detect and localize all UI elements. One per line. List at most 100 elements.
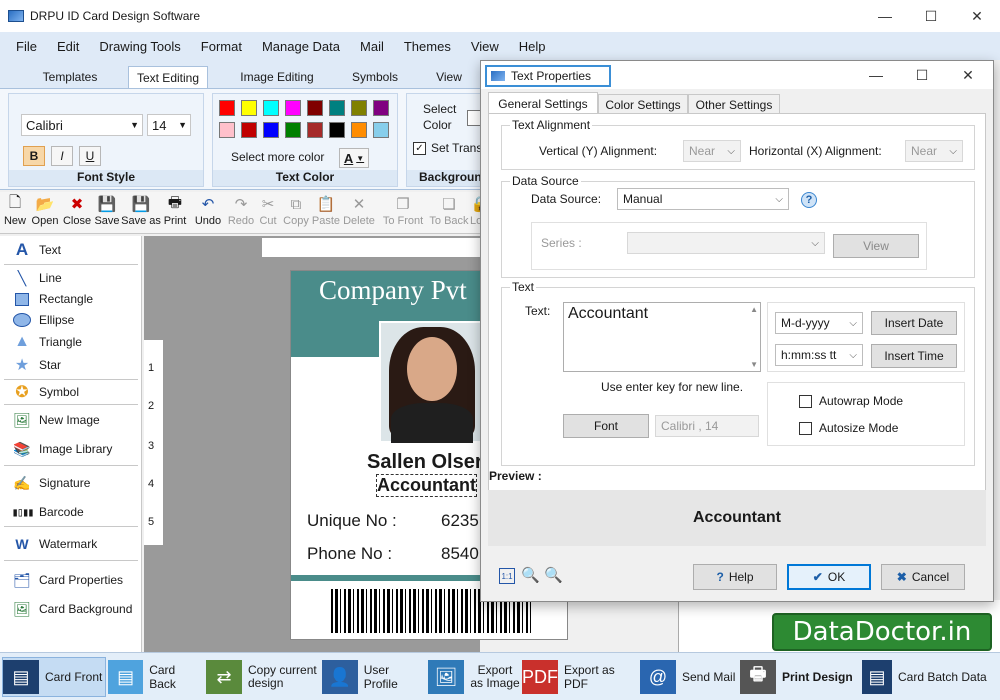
maximize-button[interactable]: ☐ bbox=[908, 0, 954, 32]
color-swatch[interactable] bbox=[219, 100, 235, 116]
print-design-button[interactable]: 🖶 Print Design bbox=[740, 657, 860, 697]
phone-no-value[interactable]: 8540 bbox=[441, 544, 479, 564]
cut-button[interactable]: ✂ Cut bbox=[256, 194, 280, 227]
time-format-select[interactable]: h:mm:ss tt ⌵ bbox=[775, 344, 863, 366]
help-icon[interactable]: ? bbox=[801, 192, 817, 208]
color-swatch[interactable] bbox=[329, 100, 345, 116]
copy-current-design-button[interactable]: ⇄ Copy current design bbox=[206, 657, 322, 697]
tool-image-library[interactable]: 📚 Image Library bbox=[12, 439, 112, 459]
text-input[interactable]: Accountant ▲ ▼ bbox=[563, 302, 761, 372]
tool-star[interactable]: ★ Star bbox=[12, 355, 61, 375]
zoom-actual-size-icon[interactable]: 1:1 bbox=[499, 568, 515, 584]
tool-symbol[interactable]: ✪ Symbol bbox=[12, 382, 79, 402]
paste-button[interactable]: 📋 Paste bbox=[311, 194, 341, 227]
color-swatch[interactable] bbox=[307, 100, 323, 116]
new-button[interactable]: 🗋 New bbox=[2, 194, 28, 228]
insert-time-button[interactable]: Insert Time bbox=[871, 344, 957, 368]
color-swatch[interactable] bbox=[263, 122, 279, 138]
employee-photo[interactable] bbox=[379, 321, 483, 443]
phone-no-label[interactable]: Phone No : bbox=[307, 544, 392, 564]
delete-button[interactable]: ✕ Delete bbox=[341, 194, 377, 227]
color-swatch[interactable] bbox=[329, 122, 345, 138]
tool-triangle[interactable]: ▲ Triangle bbox=[12, 332, 82, 352]
tool-barcode[interactable]: ▮▯▮▮ Barcode bbox=[12, 502, 84, 522]
dialog-maximize-button[interactable]: ☐ bbox=[899, 61, 945, 89]
color-swatch[interactable] bbox=[241, 122, 257, 138]
scroll-down-icon[interactable]: ▼ bbox=[750, 360, 758, 369]
zoom-in-icon[interactable]: 🔍 bbox=[544, 566, 563, 584]
to-back-button[interactable]: ❏ To Back bbox=[428, 194, 470, 227]
data-source-select[interactable]: Manual ⌵ bbox=[617, 188, 789, 210]
card-batch-data-button[interactable]: ▤ Card Batch Data bbox=[862, 657, 998, 697]
scroll-up-icon[interactable]: ▲ bbox=[750, 305, 758, 314]
underline-button[interactable]: U bbox=[79, 146, 101, 166]
close-button[interactable]: ✕ bbox=[954, 0, 1000, 32]
print-button[interactable]: 🖶 Print bbox=[161, 194, 189, 228]
bold-button[interactable]: B bbox=[23, 146, 45, 166]
export-image-button[interactable]: 🖼 Export as Image bbox=[428, 657, 520, 697]
view-button[interactable]: View bbox=[833, 234, 919, 258]
menu-edit[interactable]: Edit bbox=[57, 39, 79, 54]
cancel-button[interactable]: ✖ Cancel bbox=[881, 564, 965, 590]
company-name[interactable]: Company Pvt bbox=[319, 275, 467, 306]
tool-line[interactable]: ╲ Line bbox=[12, 268, 62, 288]
color-swatch[interactable] bbox=[373, 100, 389, 116]
dialog-minimize-button[interactable]: — bbox=[853, 61, 899, 89]
color-swatch[interactable] bbox=[373, 122, 389, 138]
menu-file[interactable]: File bbox=[16, 39, 37, 54]
color-swatch[interactable] bbox=[285, 100, 301, 116]
font-size-combo[interactable]: 14 ▼ bbox=[147, 114, 191, 136]
menu-view[interactable]: View bbox=[471, 39, 499, 54]
series-select[interactable]: ⌵ bbox=[627, 232, 825, 254]
minimize-button[interactable]: — bbox=[862, 0, 908, 32]
tab-view[interactable]: View bbox=[426, 66, 472, 88]
tool-watermark[interactable]: W Watermark bbox=[12, 534, 97, 554]
text-color-picker[interactable]: A ▼ bbox=[339, 148, 369, 168]
tool-card-properties[interactable]: 🗂 Card Properties bbox=[12, 570, 123, 590]
menu-themes[interactable]: Themes bbox=[404, 39, 451, 54]
tab-symbols[interactable]: Symbols bbox=[342, 66, 408, 88]
card-back-button[interactable]: ▤ Card Back bbox=[108, 657, 204, 697]
background-color-swatch[interactable] bbox=[467, 110, 481, 126]
tool-ellipse[interactable]: Ellipse bbox=[12, 310, 74, 330]
font-name-combo[interactable]: Calibri ▼ bbox=[21, 114, 143, 136]
redo-button[interactable]: ↷ Redo bbox=[226, 194, 256, 227]
tab-general-settings[interactable]: General Settings bbox=[488, 92, 598, 114]
select-more-color-label[interactable]: Select more color bbox=[231, 150, 324, 164]
color-swatch[interactable] bbox=[351, 100, 367, 116]
export-pdf-button[interactable]: PDF Export as PDF bbox=[522, 657, 638, 697]
italic-button[interactable]: I bbox=[51, 146, 73, 166]
menu-manage-data[interactable]: Manage Data bbox=[262, 39, 340, 54]
tool-card-background[interactable]: 🖼 Card Background bbox=[12, 599, 132, 619]
tool-signature[interactable]: ✍ Signature bbox=[12, 473, 90, 493]
color-swatch[interactable] bbox=[351, 122, 367, 138]
set-transparent-checkbox[interactable]: ✓ bbox=[413, 142, 426, 155]
color-swatch[interactable] bbox=[241, 100, 257, 116]
ok-button[interactable]: ✔ OK bbox=[787, 564, 871, 590]
tool-rectangle[interactable]: Rectangle bbox=[12, 289, 93, 309]
menu-drawing-tools[interactable]: Drawing Tools bbox=[99, 39, 180, 54]
color-swatch[interactable] bbox=[263, 100, 279, 116]
date-format-select[interactable]: M-d-yyyy ⌵ bbox=[775, 312, 863, 334]
color-swatch[interactable] bbox=[285, 122, 301, 138]
tab-other-settings[interactable]: Other Settings bbox=[688, 94, 780, 114]
unique-no-value[interactable]: 6235 bbox=[441, 511, 479, 531]
tab-image-editing[interactable]: Image Editing bbox=[232, 66, 322, 88]
card-front-button[interactable]: ▤ Card Front bbox=[2, 657, 106, 697]
horizontal-alignment-select[interactable]: Near ⌵ bbox=[905, 140, 963, 162]
vertical-alignment-select[interactable]: Near ⌵ bbox=[683, 140, 741, 162]
tab-text-editing[interactable]: Text Editing bbox=[128, 66, 208, 88]
autowrap-checkbox[interactable] bbox=[799, 395, 812, 408]
tool-text[interactable]: A Text bbox=[12, 240, 61, 260]
copy-button[interactable]: ⧉ Copy bbox=[281, 194, 311, 228]
tab-color-settings[interactable]: Color Settings bbox=[598, 94, 688, 114]
save-button[interactable]: 💾 Save bbox=[94, 194, 120, 227]
color-swatch[interactable] bbox=[219, 122, 235, 138]
employee-name[interactable]: Sallen Olser bbox=[367, 451, 483, 474]
close-file-button[interactable]: ✖ Close bbox=[62, 194, 92, 227]
font-button[interactable]: Font bbox=[563, 414, 649, 438]
lock-button[interactable]: 🔒Lo bbox=[470, 194, 480, 227]
to-front-button[interactable]: ❐ To Front bbox=[380, 194, 426, 227]
employee-role-selected[interactable]: Accountant bbox=[376, 474, 477, 497]
menu-format[interactable]: Format bbox=[201, 39, 242, 54]
